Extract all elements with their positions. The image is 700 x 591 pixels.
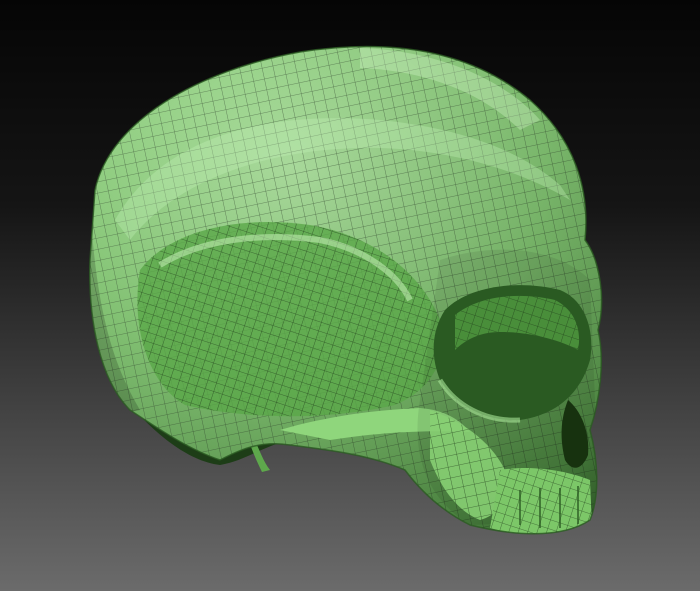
viewport	[0, 0, 700, 591]
skull-render	[0, 0, 700, 591]
